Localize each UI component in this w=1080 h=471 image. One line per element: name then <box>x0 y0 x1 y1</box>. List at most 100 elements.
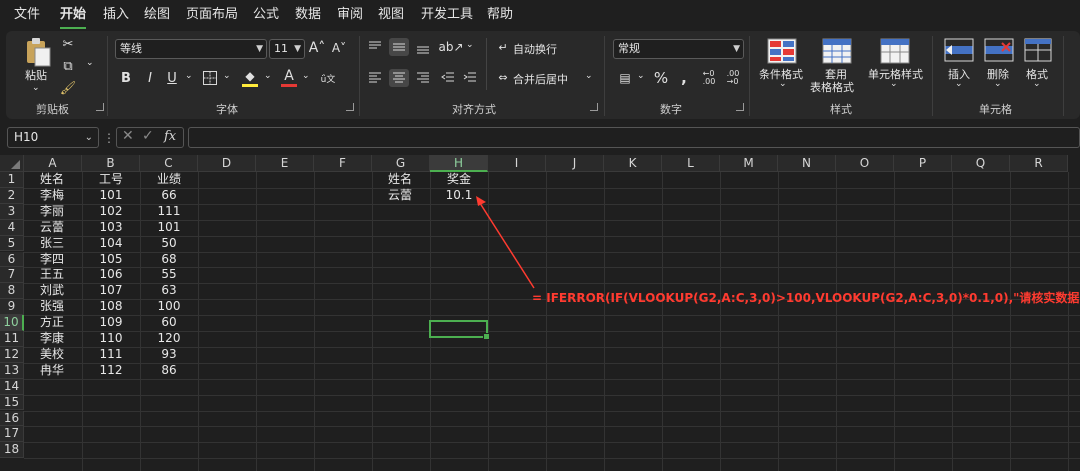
column-header-n[interactable]: N <box>778 155 836 172</box>
more-options-icon[interactable]: ⋮ <box>103 131 115 145</box>
table-cell[interactable]: 60 <box>140 315 198 330</box>
copy-dropdown-icon[interactable]: ⌄ <box>86 58 94 68</box>
cut-icon[interactable]: ✂ <box>59 35 77 53</box>
row-header-4[interactable]: 4 <box>0 219 24 236</box>
table-cell[interactable]: 104 <box>82 236 140 251</box>
menu-home[interactable]: 开始 <box>60 6 86 26</box>
table-cell[interactable]: 103 <box>82 220 140 235</box>
underline-button[interactable]: U <box>164 69 180 87</box>
menu-insert[interactable]: 插入 <box>103 6 129 26</box>
table-cell[interactable]: 110 <box>82 331 140 346</box>
accounting-format-icon[interactable]: ▤ <box>616 70 634 86</box>
number-format-combo[interactable]: 常规 ▼ <box>613 39 744 59</box>
table-cell[interactable]: 李康 <box>24 331 82 346</box>
italic-button[interactable]: I <box>142 69 158 87</box>
lookup-header-bonus[interactable]: 奖金 <box>430 172 488 187</box>
lookup-name-value[interactable]: 云蕾 <box>372 188 430 203</box>
table-cell[interactable]: 美校 <box>24 347 82 362</box>
orientation-dropdown-icon[interactable]: ⌄ <box>466 40 474 50</box>
column-header-o[interactable]: O <box>836 155 894 172</box>
row-header-10[interactable]: 10 <box>0 315 24 331</box>
header-cell[interactable]: 工号 <box>82 172 140 187</box>
increase-indent-icon[interactable] <box>463 71 477 85</box>
formula-input[interactable] <box>188 127 1080 148</box>
clipboard-launcher-icon[interactable] <box>96 103 104 111</box>
table-cell[interactable]: 109 <box>82 315 140 330</box>
table-cell[interactable]: 刘武 <box>24 283 82 298</box>
conditional-dropdown-icon[interactable]: ⌄ <box>779 79 787 89</box>
row-header-1[interactable]: 1 <box>0 172 24 188</box>
fill-color-icon[interactable]: ◆ <box>242 68 258 84</box>
format-as-table-icon[interactable] <box>822 38 852 64</box>
table-cell[interactable]: 105 <box>82 252 140 267</box>
percent-icon[interactable]: % <box>653 69 669 87</box>
row-header-16[interactable]: 16 <box>0 410 24 427</box>
table-cell[interactable]: 108 <box>82 299 140 314</box>
column-header-f[interactable]: F <box>314 155 372 172</box>
format-dropdown-icon[interactable]: ⌄ <box>1033 79 1041 89</box>
align-middle-icon[interactable] <box>389 38 409 56</box>
table-cell[interactable]: 101 <box>140 220 198 235</box>
column-header-k[interactable]: K <box>604 155 662 172</box>
decrease-indent-icon[interactable] <box>441 71 455 85</box>
align-top-icon[interactable] <box>368 40 382 54</box>
table-cell[interactable]: 93 <box>140 347 198 362</box>
paste-icon[interactable] <box>23 36 53 68</box>
table-cell[interactable]: 方正 <box>24 315 82 330</box>
insert-cells-icon[interactable] <box>944 38 974 62</box>
name-box[interactable]: H10 ⌄ <box>7 127 99 148</box>
row-header-7[interactable]: 7 <box>0 267 24 284</box>
delete-cells-icon[interactable] <box>984 38 1014 62</box>
phonetic-icon[interactable]: ǘ文 <box>318 68 338 88</box>
column-header-e[interactable]: E <box>256 155 314 172</box>
table-cell[interactable]: 王五 <box>24 267 82 282</box>
row-header-17[interactable]: 17 <box>0 426 24 443</box>
row-header-9[interactable]: 9 <box>0 299 24 316</box>
table-cell[interactable]: 86 <box>140 363 198 378</box>
align-bottom-icon[interactable] <box>416 40 430 54</box>
font-color-icon[interactable]: A <box>281 67 297 84</box>
orientation-icon[interactable]: ab↗ <box>438 38 463 56</box>
table-cell[interactable]: 冉华 <box>24 363 82 378</box>
column-header-a[interactable]: A <box>24 155 82 172</box>
table-cell[interactable]: 66 <box>140 188 198 203</box>
menu-page-layout[interactable]: 页面布局 <box>186 6 238 26</box>
menu-data[interactable]: 数据 <box>295 6 321 26</box>
row-header-11[interactable]: 11 <box>0 331 24 347</box>
menu-formulas[interactable]: 公式 <box>253 6 279 26</box>
table-cell[interactable]: 68 <box>140 252 198 267</box>
increase-decimal-icon[interactable]: ←0.00 <box>700 69 718 87</box>
header-cell[interactable]: 姓名 <box>24 172 82 187</box>
menu-file[interactable]: 文件 <box>14 6 40 26</box>
table-cell[interactable]: 55 <box>140 267 198 282</box>
bold-button[interactable]: B <box>118 69 134 87</box>
table-cell[interactable]: 111 <box>140 204 198 219</box>
cell-styles-dropdown-icon[interactable]: ⌄ <box>890 79 898 89</box>
menu-help[interactable]: 帮助 <box>487 6 513 26</box>
table-cell[interactable]: 张三 <box>24 236 82 251</box>
row-header-5[interactable]: 5 <box>0 235 24 252</box>
insert-function-icon[interactable]: fx <box>164 129 176 144</box>
number-launcher-icon[interactable] <box>736 103 744 111</box>
column-header-g[interactable]: G <box>372 155 430 172</box>
font-color-dropdown-icon[interactable]: ⌄ <box>302 71 310 81</box>
row-header-2[interactable]: 2 <box>0 187 24 204</box>
table-cell[interactable]: 101 <box>82 188 140 203</box>
table-cell[interactable]: 云蕾 <box>24 220 82 235</box>
align-center-icon[interactable] <box>389 69 409 87</box>
menu-developer[interactable]: 开发工具 <box>421 6 473 26</box>
decrease-font-icon[interactable]: A˅ <box>331 39 347 57</box>
table-cell[interactable]: 李梅 <box>24 188 82 203</box>
header-cell[interactable]: 业绩 <box>140 172 198 187</box>
table-cell[interactable]: 102 <box>82 204 140 219</box>
paste-label[interactable]: 粘贴 <box>25 67 47 83</box>
column-header-d[interactable]: D <box>198 155 256 172</box>
column-header-m[interactable]: M <box>720 155 778 172</box>
enter-icon[interactable]: ✓ <box>142 128 154 144</box>
menu-view[interactable]: 视图 <box>378 6 404 26</box>
spreadsheet-grid[interactable]: ABCDEFGHIJKLMNOPQR 1 2 3 4 5 6 7 8 9 10 11 12 13 14 15… <box>0 155 1080 471</box>
wrap-text-button[interactable]: 自动换行 <box>513 41 557 57</box>
table-cell[interactable]: 107 <box>82 283 140 298</box>
borders-icon[interactable] <box>202 70 218 86</box>
row-header-15[interactable]: 15 <box>0 394 24 411</box>
